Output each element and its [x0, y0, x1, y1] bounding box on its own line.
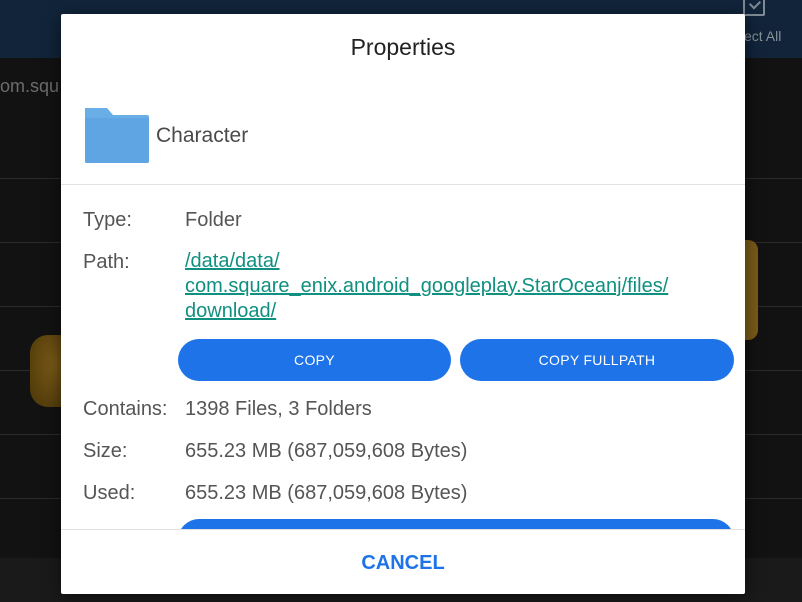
- path-line: /data/data/: [185, 250, 280, 272]
- size-label: Size:: [83, 440, 128, 462]
- type-label: Type:: [83, 209, 132, 231]
- copy-fullpath-button[interactable]: COPY FULLPATH: [460, 339, 734, 381]
- divider: [61, 529, 745, 530]
- path-line: com.square_enix.android_googleplay.StarO…: [185, 275, 669, 297]
- cancel-button[interactable]: CANCEL: [303, 542, 503, 584]
- file-name: Character: [156, 124, 249, 147]
- current-path-text: om.squ: [0, 76, 60, 96]
- folder-icon: [85, 108, 149, 163]
- background-thumbnail: [744, 240, 758, 340]
- type-value: Folder: [185, 209, 242, 231]
- path-line: download/: [185, 300, 277, 322]
- copy-button[interactable]: COPY: [178, 339, 451, 381]
- contains-label: Contains:: [83, 398, 168, 420]
- path-link[interactable]: /data/data/ com.square_enix.android_goog…: [185, 249, 730, 324]
- used-label: Used:: [83, 482, 136, 504]
- path-label: Path:: [83, 251, 130, 273]
- partial-button[interactable]: [178, 519, 734, 529]
- select-all-checkbox-icon[interactable]: [743, 0, 765, 16]
- contains-value: 1398 Files, 3 Folders: [185, 398, 372, 420]
- size-value: 655.23 MB (687,059,608 Bytes): [185, 440, 468, 462]
- properties-scroll-area[interactable]: Type: Folder Path: /data/data/ com.squar…: [61, 185, 745, 529]
- dialog-title: Properties: [350, 34, 456, 60]
- properties-dialog: Properties Character Type: Folder Path: …: [61, 14, 745, 594]
- used-value: 655.23 MB (687,059,608 Bytes): [185, 482, 468, 504]
- select-all-label[interactable]: ect All: [744, 28, 781, 44]
